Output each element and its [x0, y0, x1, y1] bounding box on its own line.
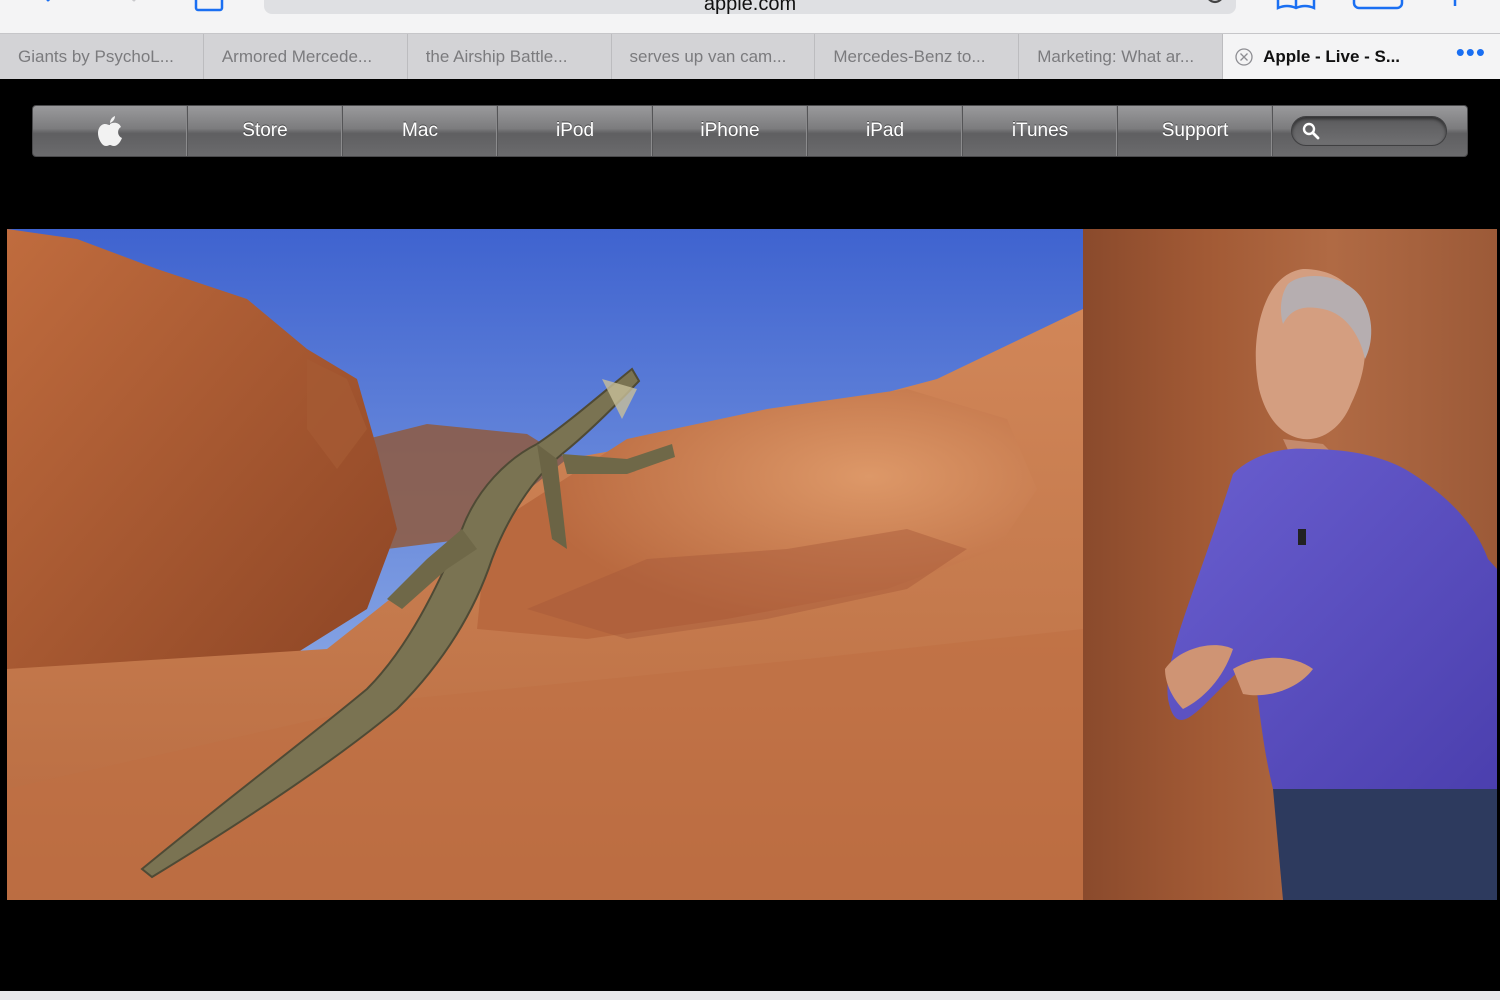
tab-label: Giants by PsychoL... — [18, 47, 174, 66]
nav-store[interactable]: Store — [188, 106, 343, 156]
close-circle-icon[interactable] — [1235, 48, 1253, 66]
nav-label: Store — [242, 120, 288, 141]
chevron-left-icon[interactable] — [36, 0, 70, 12]
tab-label: Marketing: What ar... — [1037, 47, 1195, 66]
bottom-scroll-strip — [0, 991, 1500, 1000]
nav-iphone[interactable]: iPhone — [653, 106, 808, 156]
presenter-panel — [1083, 229, 1497, 900]
more-tabs-label: ••• — [1455, 36, 1487, 67]
nav-label: Mac — [402, 120, 438, 141]
reload-icon[interactable] — [1204, 0, 1226, 10]
nav-mac[interactable]: Mac — [343, 106, 498, 156]
tab-label: serves up van cam... — [629, 47, 787, 66]
tab-label: Mercedes-Benz to... — [833, 47, 986, 66]
search-input[interactable] — [1326, 123, 1436, 139]
share-icon[interactable] — [192, 0, 226, 12]
book-icon[interactable] — [1276, 0, 1316, 12]
tab-label: Armored Mercede... — [221, 47, 373, 66]
address-text: apple.com — [703, 0, 797, 15]
nav-itunes[interactable]: iTunes — [963, 106, 1118, 156]
browser-tab[interactable]: Marketing: What ar... — [1019, 34, 1224, 80]
tab-label: Apple - Live - S... — [1263, 47, 1401, 66]
nav-label: iPod — [555, 120, 595, 141]
nav-search — [1273, 106, 1467, 156]
address-bar[interactable]: apple.com — [264, 0, 1236, 14]
presenter-image — [1165, 269, 1497, 900]
nav-support[interactable]: Support — [1118, 106, 1273, 156]
plus-icon[interactable] — [1440, 0, 1470, 12]
tab-label: the Airship Battle... — [425, 47, 568, 66]
more-tabs-button[interactable]: ••• — [1455, 34, 1500, 79]
tabs-icon[interactable] — [1352, 0, 1404, 12]
nav-label: iTunes — [1011, 120, 1069, 141]
web-page: Store Mac iPod iPhone iPad iTunes Suppor… — [0, 79, 1500, 991]
chevron-right-icon[interactable] — [112, 0, 146, 12]
nav-label: iPad — [865, 120, 905, 141]
nav-label: Support — [1161, 120, 1229, 141]
lizard-photo-slide — [7, 229, 1083, 900]
browser-tab[interactable]: Giants by PsychoL... — [0, 34, 204, 80]
browser-toolbar: apple.com — [0, 0, 1500, 33]
active-tab[interactable]: Apple - Live - S... — [1223, 34, 1456, 80]
browser-tab[interactable]: Armored Mercede... — [204, 34, 408, 80]
browser-tab[interactable]: the Airship Battle... — [408, 34, 612, 80]
tab-bar: Giants by PsychoL... Armored Mercede... … — [0, 33, 1500, 80]
nav-label: iPhone — [700, 120, 760, 141]
search-icon — [1302, 122, 1320, 140]
browser-tab[interactable]: serves up van cam... — [612, 34, 816, 80]
nav-ipad[interactable]: iPad — [808, 106, 963, 156]
site-global-nav: Store Mac iPod iPhone iPad iTunes Suppor… — [32, 105, 1468, 157]
browser-tab[interactable]: Mercedes-Benz to... — [815, 34, 1020, 80]
live-video-player[interactable] — [7, 229, 1497, 900]
lizard-photo-image — [7, 229, 1083, 900]
search-field[interactable] — [1291, 116, 1447, 146]
apple-logo-icon — [98, 116, 122, 146]
nav-ipod[interactable]: iPod — [498, 106, 653, 156]
apple-logo-link[interactable] — [33, 106, 188, 156]
